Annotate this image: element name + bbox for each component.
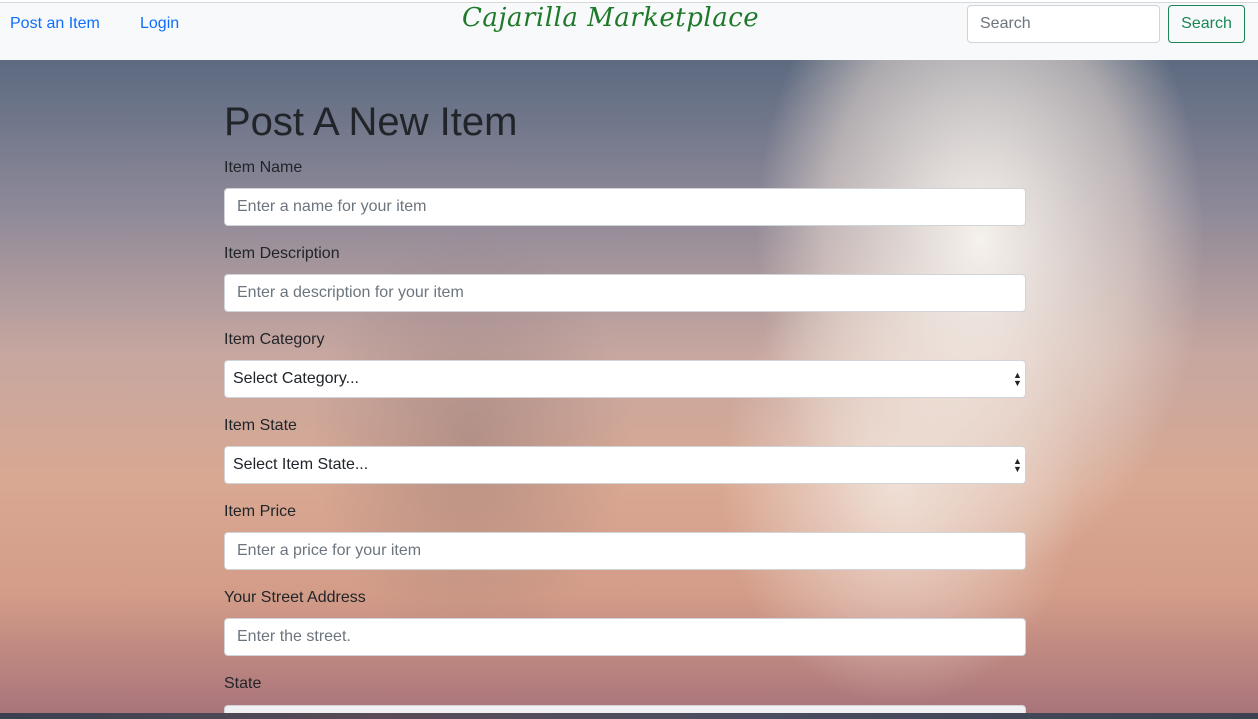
select-updown-icon: ▲ ▼ xyxy=(1013,370,1022,388)
search-input[interactable] xyxy=(967,5,1160,43)
state-label: State xyxy=(224,675,262,692)
navbar: Post an Item Login Cajarilla Marketplace… xyxy=(0,3,1258,60)
street-address-input[interactable] xyxy=(224,618,1026,656)
search-button[interactable]: Search xyxy=(1168,5,1245,43)
item-state-label: Item State xyxy=(224,417,297,434)
item-category-label: Item Category xyxy=(224,331,325,348)
item-category-selected: Select Category... xyxy=(233,370,359,387)
street-address-label: Your Street Address xyxy=(224,589,366,606)
item-name-input[interactable] xyxy=(224,188,1026,226)
page-title: Post A New Item xyxy=(224,100,518,144)
item-name-label: Item Name xyxy=(224,159,303,176)
brand-logo-text[interactable]: Cajarilla Marketplace xyxy=(462,3,759,33)
item-state-select[interactable]: Select Item State... ▲ ▼ xyxy=(224,446,1026,484)
nav-post-item-link[interactable]: Post an Item xyxy=(10,15,100,33)
select-updown-icon: ▲ ▼ xyxy=(1013,456,1022,474)
item-price-label: Item Price xyxy=(224,503,297,520)
item-price-input[interactable] xyxy=(224,532,1026,570)
item-category-select[interactable]: Select Category... ▲ ▼ xyxy=(224,360,1026,398)
window-bottom-strip xyxy=(0,713,1258,719)
nav-login-link[interactable]: Login xyxy=(140,15,179,33)
item-description-label: Item Description xyxy=(224,245,340,262)
item-state-selected: Select Item State... xyxy=(233,456,369,473)
item-description-input[interactable] xyxy=(224,274,1026,312)
